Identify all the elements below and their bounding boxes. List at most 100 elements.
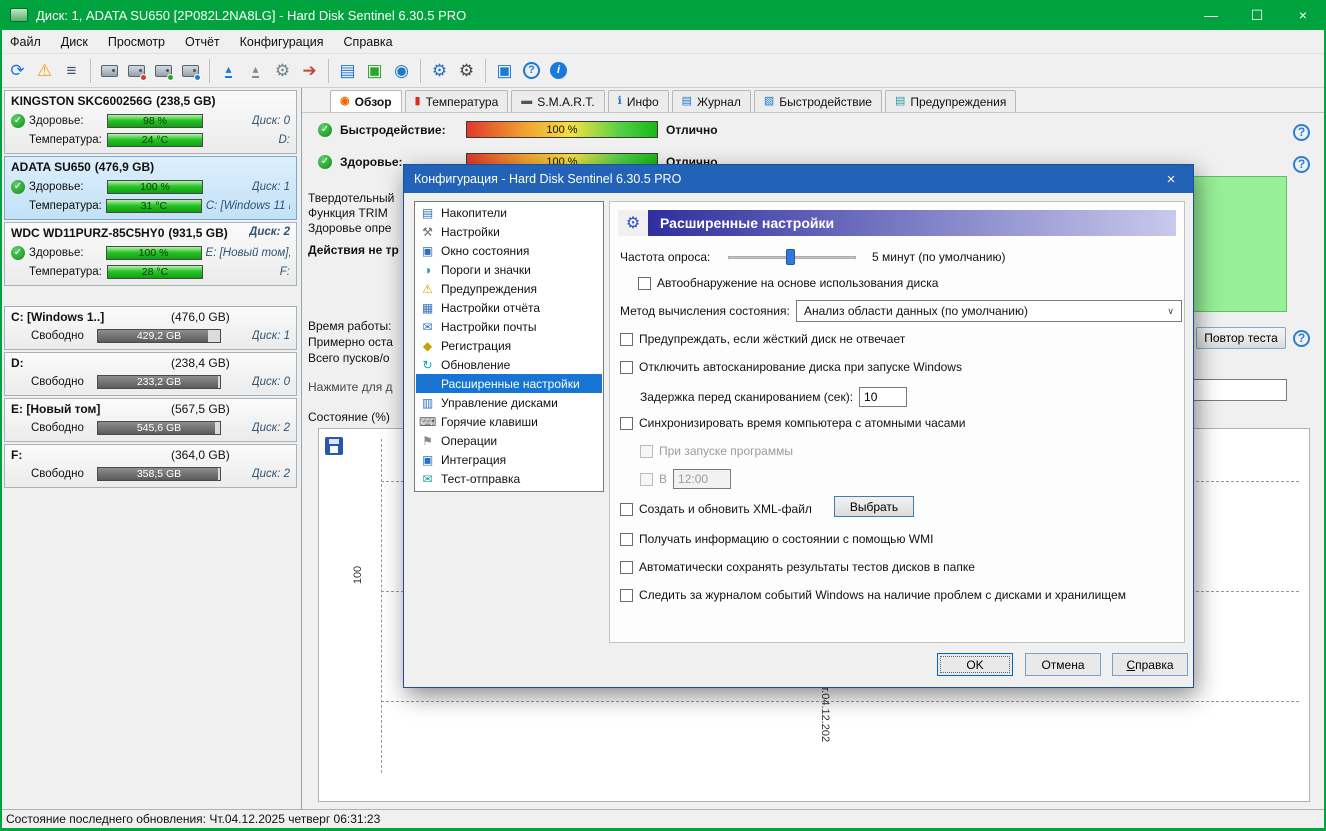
at-time-checkbox: В: [640, 470, 667, 488]
watch-eventlog-checkbox[interactable]: Следить за журналом событий Windows на н…: [620, 586, 1126, 604]
disk-item[interactable]: ADATA SU650 (476,9 GB) ✓ Здоровье: 100 % Диск…: [4, 156, 297, 220]
menu-item-1[interactable]: Диск: [51, 30, 98, 54]
description-line: Здоровье опре: [308, 221, 392, 235]
settings-category-12[interactable]: ⚑ Операции: [416, 431, 602, 450]
settings-category-14[interactable]: ✉ Тест-отправка: [416, 469, 602, 488]
tab-4[interactable]: ▤ Журнал: [671, 90, 751, 112]
category-label: Накопители: [441, 205, 507, 220]
autosave-tests-checkbox[interactable]: Автоматически сохранять результаты тесто…: [620, 558, 975, 576]
disk-remove-icon[interactable]: [123, 57, 150, 84]
settings-category-1[interactable]: ⚒ Настройки: [416, 222, 602, 241]
ok-icon: ✓: [318, 154, 332, 169]
choose-file-button[interactable]: Выбрать: [834, 496, 914, 517]
checkbox-label: При запуске программы: [659, 444, 793, 458]
tab-3[interactable]: ℹ Инфо: [607, 90, 669, 112]
disk-item[interactable]: KINGSTON SKC600256G (238,5 GB) ✓ Здоровье: 9…: [4, 90, 297, 154]
usb-eject-icon[interactable]: ▴: [215, 57, 242, 84]
disk-tools-icon[interactable]: ⚙: [269, 57, 296, 84]
disk-ok-icon[interactable]: [150, 57, 177, 84]
disk-sidebar: KINGSTON SKC600256G (238,5 GB) ✓ Здоровье: 9…: [0, 88, 302, 809]
settings-category-6[interactable]: ✉ Настройки почты: [416, 317, 602, 336]
no-response-checkbox[interactable]: Предупреждать, если жёсткий диск не отве…: [620, 330, 905, 348]
free-space-bar: 233,2 GB: [97, 375, 221, 389]
disk-row-right: E: [Новый том],: [205, 246, 290, 259]
tab-5[interactable]: ▧ Быстродействие: [753, 90, 882, 112]
tab-6[interactable]: ▤ Предупреждения: [884, 90, 1017, 112]
dialog-close-button[interactable]: ×: [1149, 165, 1193, 193]
health-value: 100 %: [138, 246, 169, 259]
minimize-button[interactable]: —: [1188, 0, 1234, 30]
toolbar-separator: [90, 58, 91, 83]
method-combobox[interactable]: Анализ области данных (по умолчанию) ∨: [796, 300, 1182, 322]
partition-item[interactable]: F: (364,0 GB) Свободно 358,5 GB Диск: 2: [4, 444, 297, 488]
settings-category-10[interactable]: ▥ Управление дисками: [416, 393, 602, 412]
partition-item[interactable]: E: [Новый том] (567,5 GB) Свободно 545,6 GB…: [4, 398, 297, 442]
titlebar: Диск: 1, ADATA SU650 [2P082L2NA8LG] - Ha…: [0, 0, 1326, 30]
checkbox-label: Автообнаружение на основе использования …: [657, 276, 939, 290]
menu-item-0[interactable]: Файл: [0, 30, 51, 54]
scan-delay-input[interactable]: [859, 387, 908, 407]
status-window-icon[interactable]: ▣: [361, 57, 388, 84]
tab-2[interactable]: ▬ S.M.A.R.T.: [511, 90, 605, 112]
report-icon[interactable]: ▤: [334, 57, 361, 84]
maximize-button[interactable]: ☐: [1234, 0, 1280, 30]
settings-category-8[interactable]: ↻ Обновление: [416, 355, 602, 374]
settings-category-9[interactable]: ⚙ Расширенные настройки: [416, 374, 602, 393]
help-icon[interactable]: ?: [518, 57, 545, 84]
poll-frequency-slider[interactable]: [728, 248, 856, 266]
ok-button[interactable]: OK: [937, 653, 1013, 676]
menu-item-5[interactable]: Справка: [334, 30, 403, 54]
checkbox-box: [620, 560, 633, 574]
partition-item[interactable]: D: (238,4 GB) Свободно 233,2 GB Диск: 0: [4, 352, 297, 396]
settings-category-2[interactable]: ▣ Окно состояния: [416, 241, 602, 260]
disable-autoscan-checkbox[interactable]: Отключить автосканирование диска при зап…: [620, 358, 962, 376]
slider-thumb[interactable]: [785, 249, 795, 265]
settings-category-7[interactable]: ◆ Регистрация: [416, 336, 602, 355]
retest-button[interactable]: Повтор теста: [1196, 327, 1286, 349]
info-icon[interactable]: i: [545, 57, 572, 84]
configuration-dialog: Конфигурация - Hard Disk Sentinel 6.30.5…: [403, 164, 1194, 688]
tab-1[interactable]: ▮ Температура: [404, 90, 509, 112]
partition-item[interactable]: C: [Windows 1..] (476,0 GB) Свободно 429,2 …: [4, 306, 297, 350]
autodetect-checkbox[interactable]: Автообнаружение на основе использования …: [638, 274, 938, 292]
scan-delay-row: Задержка перед сканированием (сек):: [640, 386, 908, 408]
help-question-icon[interactable]: ?: [1293, 156, 1310, 173]
settings-category-4[interactable]: ⚠ Предупреждения: [416, 279, 602, 298]
screenshot-icon[interactable]: ▣: [491, 57, 518, 84]
text-report-icon[interactable]: ≡: [58, 57, 85, 84]
help-button[interactable]: Справка: [1112, 653, 1188, 676]
close-button[interactable]: ×: [1280, 0, 1326, 30]
tab-0[interactable]: ◉ Обзор: [330, 90, 402, 112]
sync-time-checkbox[interactable]: Синхронизировать время компьютера с атом…: [620, 414, 965, 432]
description-line: Функция TRIM: [308, 206, 388, 220]
menu-item-3[interactable]: Отчёт: [175, 30, 230, 54]
help-question-icon[interactable]: ?: [1293, 124, 1310, 141]
temperature-label: Температура:: [29, 265, 102, 278]
disk-item[interactable]: WDC WD11PURZ-85C5HY0 (931,5 GB) Диск: 2 ✓ Зд…: [4, 222, 297, 286]
settings-category-5[interactable]: ▦ Настройки отчёта: [416, 298, 602, 317]
disk-size: (476,9 GB): [94, 160, 155, 174]
xml-file-checkbox[interactable]: Создать и обновить XML-файл: [620, 500, 812, 518]
menu-item-4[interactable]: Конфигурация: [230, 30, 334, 54]
settings-category-11[interactable]: ⌨ Горячие клавиши: [416, 412, 602, 431]
settings-category-3[interactable]: ◑ Пороги и значки: [416, 260, 602, 279]
save-chart-button[interactable]: [325, 437, 343, 455]
cancel-button[interactable]: Отмена: [1025, 653, 1101, 676]
menu-item-2[interactable]: Просмотр: [98, 30, 175, 54]
disk-mount-icon[interactable]: [177, 57, 204, 84]
temperature-value: 28 °C: [141, 265, 169, 278]
disk-arrow-icon[interactable]: ➔: [296, 57, 323, 84]
performance-gauge: 100 %: [466, 121, 658, 138]
system-gear-icon[interactable]: ⚙: [453, 57, 480, 84]
wmi-checkbox[interactable]: Получать информацию о состоянии с помощь…: [620, 530, 933, 548]
network-icon[interactable]: ◉: [388, 57, 415, 84]
error-report-icon[interactable]: ⚠: [31, 57, 58, 84]
settings-gear-icon[interactable]: ⚙: [426, 57, 453, 84]
settings-category-13[interactable]: ▣ Интеграция: [416, 450, 602, 469]
help-question-icon[interactable]: ?: [1293, 330, 1310, 347]
free-space-value: 429,2 GB: [136, 330, 182, 342]
refresh-icon[interactable]: ⟳: [4, 57, 31, 84]
eject-icon[interactable]: ▴: [242, 57, 269, 84]
disk-surface-icon[interactable]: [96, 57, 123, 84]
settings-category-0[interactable]: ▤ Накопители: [416, 203, 602, 222]
